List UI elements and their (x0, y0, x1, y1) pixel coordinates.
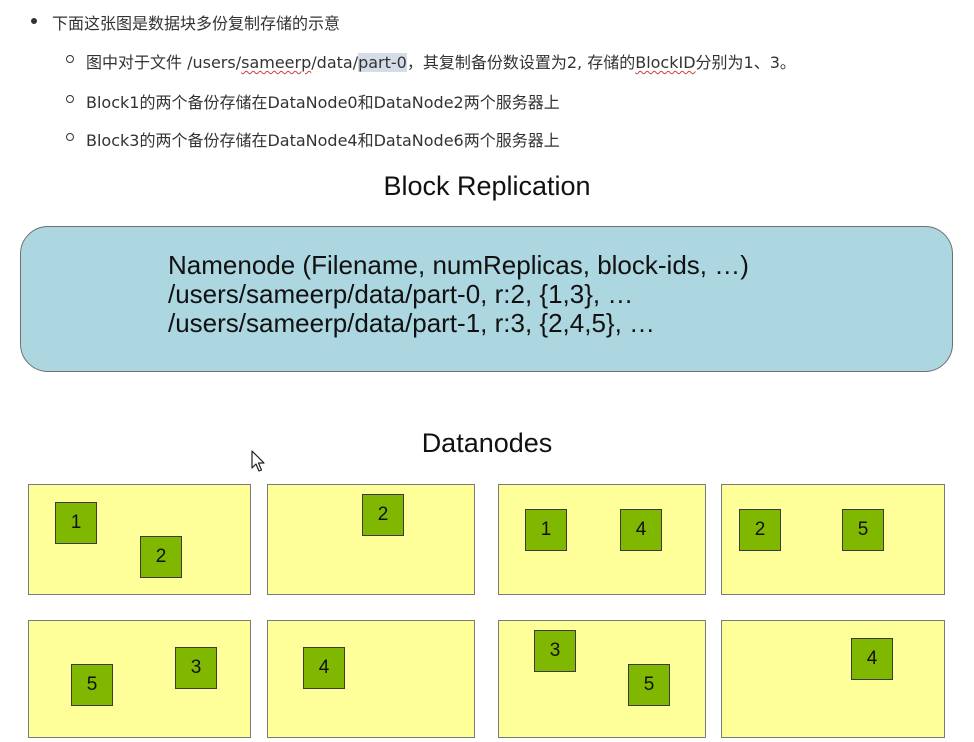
namenode-box: Namenode (Filename, numReplicas, block-i… (20, 226, 953, 372)
datanode-5: 4 (267, 620, 475, 738)
block: 5 (628, 664, 670, 706)
sub-bullet-1-text: 图中对于文件 /users/sameerp/data/part-0，其复制备份数… (66, 53, 796, 72)
bullet-dot-icon (31, 18, 37, 24)
sub1-user: sameerp (241, 53, 312, 72)
datanode-6: 3 5 (498, 620, 706, 738)
sub1-blockid: BlockID (635, 53, 696, 72)
namenode-line-1: Namenode (Filename, numReplicas, block-i… (168, 250, 749, 280)
namenode-text: Namenode (Filename, numReplicas, block-i… (168, 251, 749, 338)
block: 5 (842, 509, 884, 551)
sub-bullet-circle-icon (66, 55, 74, 63)
sub-bullet-1: 图中对于文件 /users/sameerp/data/part-0，其复制备份数… (66, 49, 796, 73)
sub1-pre: 图中对于文件 /users/ (86, 53, 242, 72)
block: 1 (525, 509, 567, 551)
sub1-tail: 分别为1、3。 (695, 53, 796, 72)
block: 3 (175, 647, 217, 689)
datanode-3: 2 5 (721, 484, 945, 595)
datanode-2: 1 4 (498, 484, 706, 595)
block: 5 (71, 664, 113, 706)
sub-bullet-circle-icon (66, 95, 74, 103)
block: 1 (55, 502, 97, 544)
bullet-main: 下面这张图是数据块多份复制存储的示意 (31, 10, 341, 34)
sub-bullet-circle-icon (66, 133, 74, 141)
sub-bullet-3-text: Block3的两个备份存储在DataNode4和DataNode6两个服务器上 (86, 131, 560, 150)
block: 4 (851, 638, 893, 680)
namenode-line-3: /users/sameerp/data/part-1, r:3, {2,4,5}… (168, 308, 656, 338)
block: 4 (303, 647, 345, 689)
block: 3 (534, 630, 576, 672)
namenode-line-2: /users/sameerp/data/part-0, r:2, {1,3}, … (168, 279, 634, 309)
sub1-mid: /data/ (311, 53, 359, 72)
block: 2 (739, 509, 781, 551)
sub1-file-highlight: part-0 (358, 53, 407, 72)
bullet-main-text: 下面这张图是数据块多份复制存储的示意 (52, 14, 341, 33)
sub-bullet-3: Block3的两个备份存储在DataNode4和DataNode6两个服务器上 (66, 127, 560, 151)
datanode-1: 2 (267, 484, 475, 595)
sub1-post: ，其复制备份数设置为2, 存储的 (406, 53, 636, 72)
datanodes-title: Datanodes (421, 428, 553, 458)
diagram-title: Block Replication (383, 171, 591, 201)
sub-bullet-2: Block1的两个备份存储在DataNode0和DataNode2两个服务器上 (66, 89, 560, 113)
datanode-4: 5 3 (28, 620, 251, 738)
block: 2 (362, 494, 404, 536)
mouse-pointer-icon (251, 450, 265, 472)
block: 2 (140, 536, 182, 578)
block: 4 (620, 509, 662, 551)
datanode-7: 4 (721, 620, 945, 738)
datanode-0: 1 2 (28, 484, 251, 595)
sub-bullet-2-text: Block1的两个备份存储在DataNode0和DataNode2两个服务器上 (86, 93, 560, 112)
